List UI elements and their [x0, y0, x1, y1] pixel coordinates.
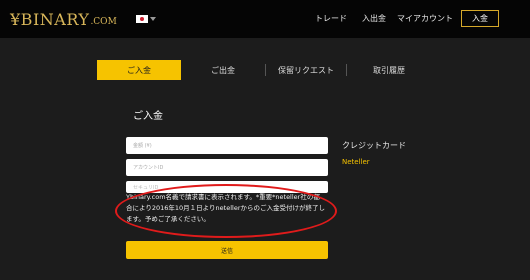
nav-my-account[interactable]: マイアカウント — [397, 13, 453, 24]
payment-method-credit-card[interactable]: クレジットカード — [342, 140, 406, 151]
flag-red-circle — [140, 17, 144, 21]
chevron-down-icon[interactable] — [150, 17, 156, 21]
payment-method-neteller[interactable]: Neteller — [342, 158, 370, 166]
ybinary-logo[interactable]: ¥BINARY .COM — [10, 9, 117, 29]
tab-pending-requests[interactable]: 保留リクエスト — [266, 60, 346, 80]
tab-deposit[interactable]: ご入金 — [97, 60, 181, 80]
logo-main-text: ¥BINARY — [10, 10, 90, 29]
highlight-oval-annotation — [115, 184, 337, 238]
nav-trade[interactable]: トレード — [315, 13, 347, 24]
tab-withdraw[interactable]: ご出金 — [181, 60, 265, 80]
amount-field[interactable]: 金額 (¥) — [126, 137, 328, 154]
header-deposit-button[interactable]: 入金 — [461, 10, 499, 27]
logo-suffix-text: .COM — [90, 17, 117, 27]
tab-trade-history[interactable]: 取引履歴 — [347, 60, 431, 80]
deposit-section-title: ご入金 — [133, 111, 163, 122]
nav-deposit-withdraw[interactable]: 入出金 — [362, 13, 386, 24]
japan-flag-icon[interactable] — [136, 15, 148, 23]
top-header: ¥BINARY .COM トレード 入出金 マイアカウント 入金 — [0, 0, 530, 38]
account-id-field[interactable]: アカウントID — [126, 159, 328, 176]
submit-button[interactable]: 送信 — [126, 241, 328, 259]
